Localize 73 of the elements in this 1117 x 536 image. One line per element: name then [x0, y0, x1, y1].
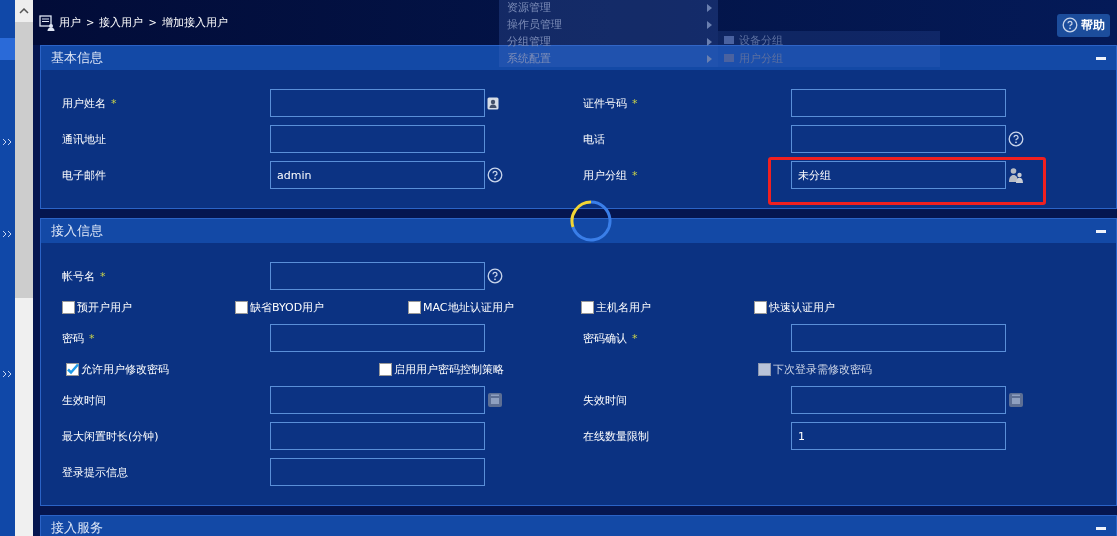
breadcrumb-link[interactable]: 增加接入用户	[161, 15, 228, 30]
help-icon[interactable]	[487, 268, 503, 284]
field-label: 生效时间	[62, 392, 107, 408]
field-label: 证件号码 *	[583, 95, 639, 111]
input-field[interactable]: admin	[270, 161, 485, 189]
checkbox[interactable]	[754, 300, 767, 314]
breadcrumb-link[interactable]: 用户	[59, 15, 81, 30]
expand-chevron-icon[interactable]	[2, 230, 13, 238]
field-label: 最大闲置时长(分钟)	[62, 428, 160, 444]
collapse-icon[interactable]	[1096, 229, 1106, 233]
help-icon[interactable]	[487, 167, 503, 183]
input-field[interactable]	[270, 422, 485, 450]
checkbox-option[interactable]: MAC地址认证用户	[408, 299, 581, 315]
field-label: 登录提示信息	[62, 464, 129, 480]
input-field[interactable]	[270, 262, 485, 290]
checkbox[interactable]	[62, 300, 75, 314]
checkbox-option[interactable]: 主机名用户	[581, 299, 754, 315]
calendar-icon[interactable]	[1008, 392, 1024, 408]
input-field[interactable]	[791, 89, 1006, 117]
menu-item[interactable]: 操作员管理	[499, 16, 718, 33]
checkbox-option[interactable]: 启用用户密码控制策略	[379, 361, 758, 377]
field-label: 密码确认 *	[583, 330, 639, 346]
help-icon[interactable]	[1008, 131, 1024, 147]
contact-card-icon[interactable]	[487, 96, 499, 110]
checkbox-option[interactable]: 允许用户修改密码	[66, 361, 379, 377]
input-field[interactable]	[270, 89, 485, 117]
collapse-icon[interactable]	[1096, 526, 1106, 530]
input-field[interactable]	[270, 386, 485, 414]
field-label: 通讯地址	[62, 131, 107, 147]
field-label: 帐号名 *	[62, 268, 107, 284]
input-field[interactable]	[270, 458, 485, 486]
checkbox-option[interactable]: 缺省BYOD用户	[235, 299, 408, 315]
field-label: 用户姓名 *	[62, 95, 118, 111]
input-field[interactable]	[791, 324, 1006, 352]
checkbox[interactable]	[581, 300, 594, 314]
expand-chevron-icon[interactable]	[2, 370, 13, 378]
help-button[interactable]: 帮助	[1057, 13, 1110, 37]
section-title: 接入服务	[51, 519, 103, 536]
field-label: 在线数量限制	[583, 428, 650, 444]
input-field[interactable]	[270, 324, 485, 352]
collapse-icon[interactable]	[1096, 56, 1106, 60]
input-field[interactable]: 1	[791, 422, 1006, 450]
scrollbar-thumb[interactable]	[15, 22, 33, 298]
breadcrumb-separator: >	[148, 17, 157, 28]
input-field[interactable]	[270, 125, 485, 153]
section-title: 接入信息	[51, 222, 103, 240]
breadcrumb-separator: >	[86, 17, 95, 28]
section-header[interactable]: 接入服务	[41, 516, 1116, 536]
calendar-icon[interactable]	[487, 392, 503, 408]
section-title: 基本信息	[51, 49, 103, 67]
checkbox-option[interactable]: 预开户用户	[62, 299, 235, 315]
field-label: 失效时间	[583, 392, 628, 408]
scroll-up-icon[interactable]	[19, 8, 29, 14]
user-monitor-icon	[39, 14, 55, 31]
checkbox[interactable]	[408, 300, 421, 314]
input-field[interactable]	[791, 125, 1006, 153]
field-label: 电话	[583, 131, 606, 147]
input-field[interactable]: 未分组	[791, 161, 1006, 189]
input-field[interactable]	[791, 386, 1006, 414]
loading-spinner-icon	[570, 200, 612, 242]
checkbox[interactable]	[379, 362, 392, 376]
field-label: 密码 *	[62, 330, 96, 346]
section-header[interactable]: 接入信息	[41, 219, 1116, 243]
help-icon[interactable]	[1062, 17, 1078, 33]
checkbox[interactable]	[66, 362, 79, 376]
checkbox[interactable]	[235, 300, 248, 314]
field-label: 用户分组 *	[583, 167, 639, 183]
menu-item[interactable]: 资源管理	[499, 0, 718, 16]
users-icon[interactable]	[1008, 167, 1024, 183]
breadcrumb-link[interactable]: 接入用户	[99, 15, 144, 30]
expand-chevron-icon[interactable]	[2, 138, 13, 146]
checkbox-option[interactable]: 快速认证用户	[754, 299, 927, 315]
field-label: 电子邮件	[62, 167, 107, 183]
